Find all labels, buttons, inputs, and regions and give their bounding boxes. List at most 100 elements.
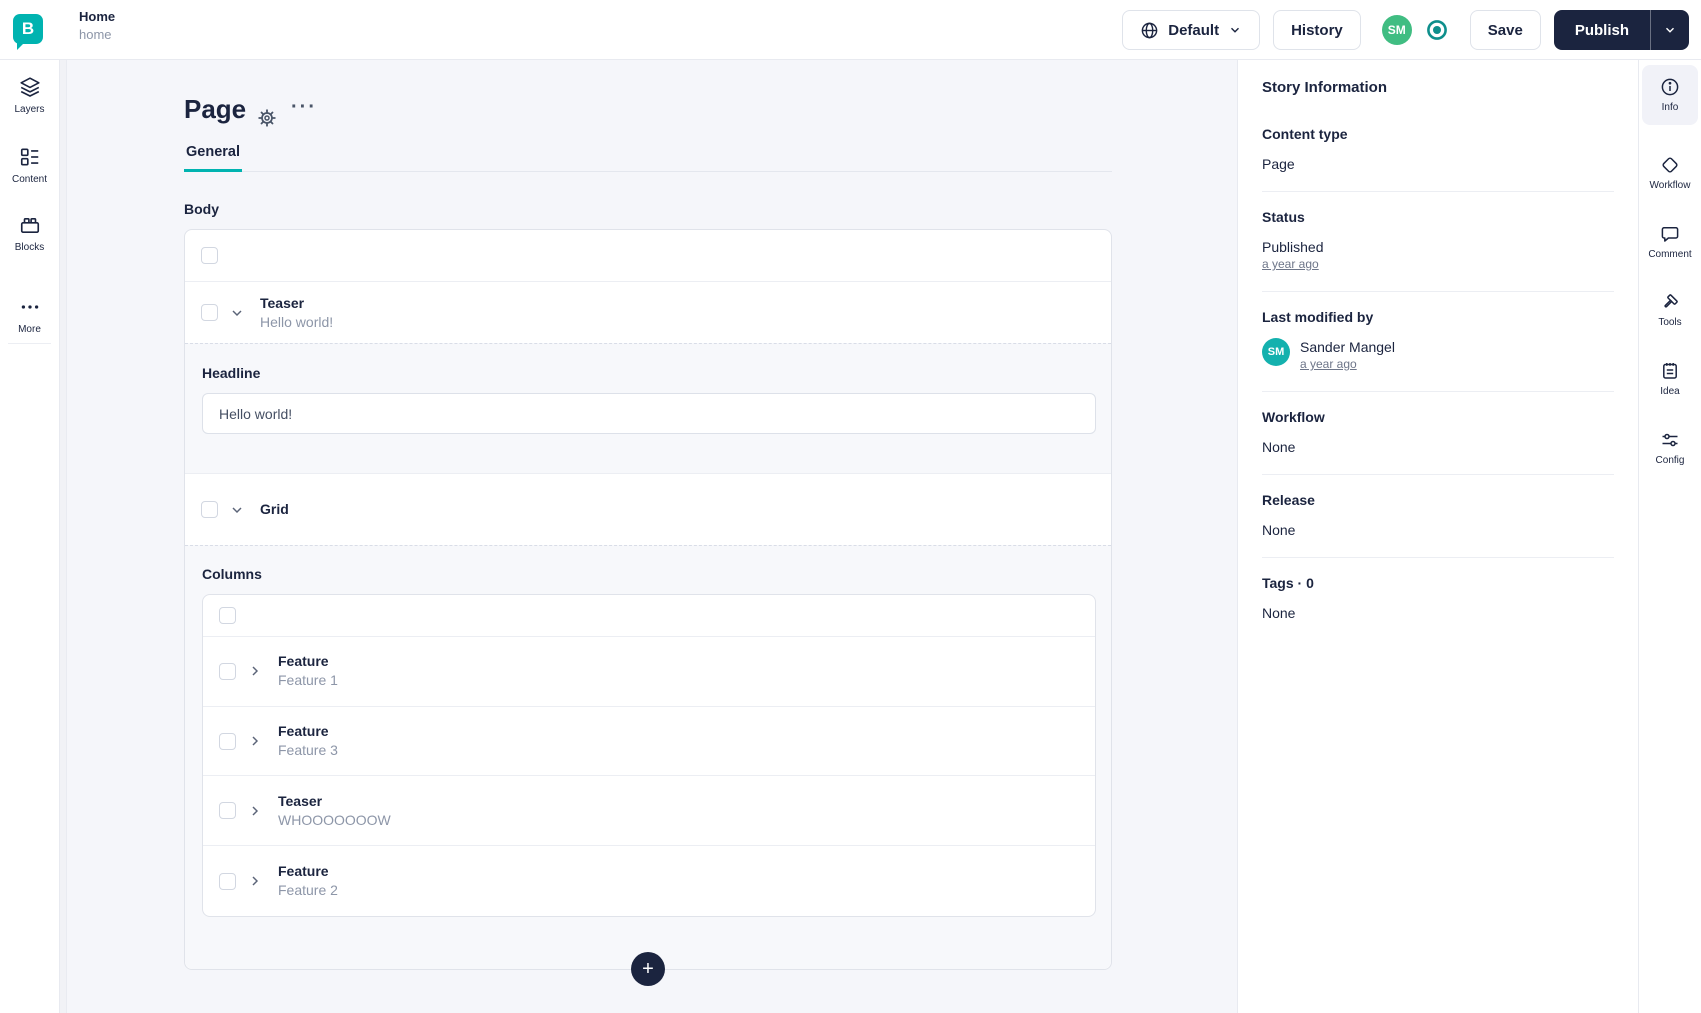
- chevron-right-icon[interactable]: [247, 663, 263, 679]
- chevron-down-icon: [1228, 23, 1242, 37]
- presence-indicator-icon[interactable]: [1425, 18, 1449, 42]
- logo-letter: B: [21, 19, 35, 38]
- notepad-icon: [1660, 361, 1680, 381]
- gear-icon[interactable]: [257, 108, 277, 128]
- body-blocks-container: Teaser Hello world! Headline Grid Column…: [184, 229, 1112, 986]
- chevron-right-icon[interactable]: [247, 873, 263, 889]
- toolbar-item-workflow[interactable]: Workflow: [1642, 143, 1698, 203]
- status-label: Status: [1262, 209, 1305, 225]
- block-brick-icon: [19, 214, 41, 236]
- release-section: Release None: [1262, 475, 1614, 558]
- workflow-value: None: [1262, 439, 1296, 455]
- block-checkbox[interactable]: [201, 304, 218, 321]
- modifier-avatar: SM: [1262, 338, 1290, 366]
- block-type: Teaser: [260, 294, 305, 311]
- body-field-label: Body: [184, 201, 219, 217]
- headline-field-label: Headline: [202, 365, 261, 381]
- toolbar-item-info[interactable]: Info: [1642, 65, 1698, 125]
- sidebar-item-label: Content: [11, 174, 48, 185]
- block-checkbox[interactable]: [219, 732, 236, 750]
- toolbar-item-label: Workflow: [1649, 180, 1691, 191]
- history-button[interactable]: History: [1273, 10, 1361, 50]
- block-preview: WHOOOOOOOW: [278, 811, 391, 828]
- columns-blocks-container: Feature Feature 1 Feature Feature 3 Teas…: [202, 594, 1096, 917]
- sidebar-item-blocks[interactable]: Blocks: [0, 214, 59, 253]
- content-type-value: Page: [1262, 156, 1295, 172]
- chevron-right-icon[interactable]: [247, 803, 263, 819]
- block-checkbox[interactable]: [219, 662, 236, 680]
- block-row-feature-1[interactable]: Feature Feature 1: [203, 637, 1095, 707]
- top-header: B Home home Default History SM Save Publ…: [0, 0, 1701, 60]
- block-type: Feature: [278, 653, 329, 670]
- status-time-link[interactable]: a year ago: [1262, 256, 1614, 273]
- toolbar-item-comment[interactable]: Comment: [1642, 212, 1698, 272]
- toolbar-item-label: Comment: [1648, 249, 1692, 260]
- tags-label: Tags · 0: [1262, 575, 1314, 591]
- block-row-teaser[interactable]: Teaser Hello world!: [185, 282, 1111, 343]
- chevron-down-icon[interactable]: [229, 502, 245, 518]
- history-button-label: History: [1291, 21, 1343, 39]
- toolbar-item-config[interactable]: Config: [1642, 418, 1698, 478]
- last-modified-section: Last modified by SM Sander Mangel a year…: [1262, 292, 1614, 392]
- language-selector-button[interactable]: Default: [1122, 10, 1261, 50]
- breadcrumb-slug: home: [79, 27, 112, 42]
- toolbar-item-idea[interactable]: Idea: [1642, 349, 1698, 409]
- headline-input[interactable]: [202, 393, 1096, 434]
- block-row-feature-3[interactable]: Feature Feature 3: [203, 707, 1095, 777]
- left-sidebar: Layers Content Blocks More: [0, 60, 60, 1013]
- toolbar-item-label: Tools: [1658, 317, 1682, 328]
- publish-options-button[interactable]: [1651, 10, 1689, 50]
- breadcrumb-title: Home: [79, 9, 116, 24]
- teaser-expanded-section: Headline: [185, 343, 1111, 473]
- panel-title: Story Information: [1262, 79, 1388, 96]
- storyblok-logo-icon[interactable]: B: [13, 14, 43, 50]
- globe-icon: [1140, 21, 1159, 40]
- modified-time-link[interactable]: a year ago: [1300, 356, 1395, 373]
- save-button[interactable]: Save: [1469, 10, 1541, 50]
- block-checkbox[interactable]: [201, 501, 218, 518]
- block-preview: Hello world!: [260, 313, 334, 330]
- more-options-icon[interactable]: ···: [291, 96, 317, 119]
- modifier-avatar-initials: SM: [1267, 346, 1285, 358]
- chevron-down-icon[interactable]: [229, 305, 245, 321]
- block-row-teaser-whooow[interactable]: Teaser WHOOOOOOOW: [203, 776, 1095, 847]
- block-row-feature-2[interactable]: Feature Feature 2: [203, 846, 1095, 916]
- user-avatar[interactable]: SM: [1381, 15, 1412, 45]
- chevron-right-icon[interactable]: [247, 733, 263, 749]
- tags-value: None: [1262, 605, 1296, 621]
- content-type-label: Content type: [1262, 126, 1348, 142]
- last-modified-label: Last modified by: [1262, 309, 1374, 325]
- block-checkbox[interactable]: [219, 802, 236, 820]
- publish-button-label: Publish: [1574, 21, 1629, 39]
- block-type: Teaser: [278, 792, 323, 809]
- block-preview: Feature 1: [278, 672, 338, 689]
- block-type: Feature: [278, 723, 329, 740]
- layers-icon: [19, 76, 41, 98]
- select-all-checkbox[interactable]: [201, 247, 218, 264]
- tab-bar: General: [184, 138, 1112, 172]
- columns-field-label: Columns: [202, 566, 262, 582]
- sliders-icon: [1660, 430, 1680, 450]
- tab-general[interactable]: General: [184, 138, 242, 172]
- blocks-select-row: [185, 230, 1111, 282]
- sidebar-item-label: More: [18, 324, 41, 335]
- sidebar-item-more[interactable]: More: [0, 296, 59, 335]
- select-all-checkbox[interactable]: [219, 606, 236, 624]
- sidebar-item-label: Layers: [14, 104, 45, 115]
- sidebar-item-layers[interactable]: Layers: [0, 76, 59, 115]
- story-information-panel: Story Information Content type Page Stat…: [1237, 60, 1638, 1013]
- toolbar-item-tools[interactable]: Tools: [1642, 280, 1698, 340]
- breadcrumb: Home home: [79, 8, 115, 44]
- divider: [8, 343, 51, 344]
- toolbar-item-label: Config: [1655, 455, 1685, 466]
- block-row-grid[interactable]: Grid: [185, 473, 1111, 545]
- add-block-button[interactable]: +: [631, 952, 665, 986]
- main-scrollbar[interactable]: [60, 60, 67, 1013]
- block-type: Feature: [278, 863, 329, 880]
- toolbar-item-label: Info: [1661, 102, 1679, 113]
- right-toolbar: Info Workflow Comment Tools Idea Config: [1638, 60, 1701, 1013]
- block-checkbox[interactable]: [219, 872, 236, 890]
- sidebar-item-content[interactable]: Content: [0, 146, 59, 185]
- publish-button[interactable]: Publish: [1554, 10, 1650, 50]
- block-type: Grid: [260, 501, 289, 517]
